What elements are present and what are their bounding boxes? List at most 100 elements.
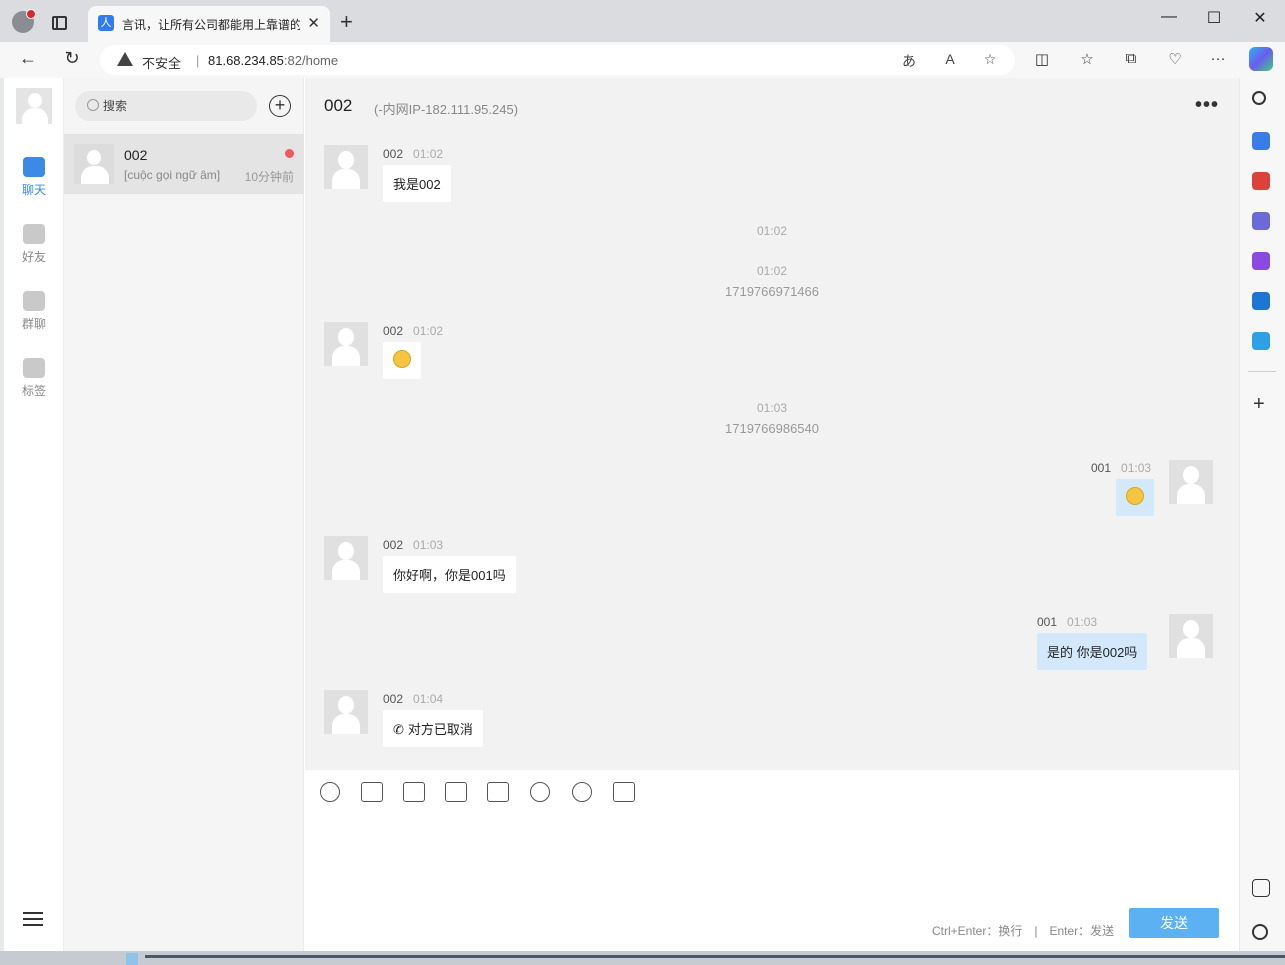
message-bubble[interactable]: ✆ 对方已取消 [383, 710, 483, 747]
title-bar: 人 言讯，让所有公司都能用上靠谱的 ✕ + — ☐ ✕ [0, 0, 1285, 42]
send-button[interactable]: 发送 [1129, 908, 1219, 938]
message-time: 01:02 [413, 324, 444, 338]
search-input[interactable] [103, 91, 253, 121]
close-tab-icon[interactable]: ✕ [307, 14, 320, 32]
avatar[interactable] [1169, 614, 1213, 658]
address-bar[interactable]: 不安全 | 81.68.234.85:82/home あ A ☆ [100, 45, 1015, 75]
nav-group-chat-label: 群聊 [21, 317, 46, 331]
chat-subtitle: (-内网IP-182.111.95.245) [374, 102, 519, 117]
image-icon[interactable] [361, 782, 383, 802]
message-time: 01:03 [1067, 615, 1098, 629]
close-window-button[interactable]: ✕ [1245, 8, 1275, 28]
games-icon[interactable] [1252, 212, 1270, 230]
settings-gear-icon[interactable] [1252, 924, 1268, 940]
message-meta: 001 01:03 [1091, 461, 1151, 475]
message-bubble[interactable] [383, 342, 421, 379]
avatar[interactable] [324, 690, 368, 734]
toolbox-icon[interactable] [1252, 172, 1270, 190]
browser-essentials-icon[interactable]: ♡ [1163, 50, 1187, 68]
group-members-icon[interactable] [530, 782, 550, 802]
favorite-star-icon[interactable]: ☆ [978, 51, 1002, 68]
message-time: 01:03 [1121, 461, 1152, 475]
chat-icon [23, 157, 45, 177]
call-status-text: 对方已取消 [407, 722, 473, 737]
copilot-app-icon[interactable] [1252, 252, 1270, 270]
voice-call-icon[interactable] [572, 782, 592, 802]
split-screen-icon[interactable]: ◫ [1030, 50, 1054, 68]
message-bubble[interactable] [1116, 479, 1154, 516]
favorites-icon[interactable]: ☆ [1075, 50, 1099, 68]
nav-chat[interactable]: 聊天 [4, 157, 64, 198]
collections-icon[interactable]: ⧉ [1119, 50, 1143, 67]
taskbar-line [145, 955, 1285, 958]
avatar[interactable] [324, 322, 368, 366]
search-box[interactable] [75, 91, 257, 121]
group-chat-icon [23, 291, 45, 311]
message-meta: 002 01:02 [383, 324, 443, 338]
new-tab-button[interactable]: + [340, 9, 353, 35]
system-message: 1719766971466 [725, 284, 819, 299]
message-meta: 001 01:03 [1037, 615, 1097, 629]
translate-icon[interactable]: あ [897, 51, 921, 71]
avatar[interactable] [1169, 460, 1213, 504]
shopping-tag-icon[interactable] [1252, 132, 1270, 150]
avatar[interactable] [324, 536, 368, 580]
refresh-icon[interactable]: ↻ [60, 48, 84, 69]
conversation-list: + 002 [cuộc gọi ngữ âm] 10分钟前 [64, 78, 304, 951]
copilot-icon[interactable] [1249, 47, 1273, 71]
nav-chat-label: 聊天 [21, 183, 46, 197]
minimize-button[interactable]: — [1154, 8, 1184, 26]
url-separator: | [196, 53, 200, 68]
my-avatar[interactable] [16, 88, 52, 124]
nav-friends[interactable]: 好友 [4, 224, 64, 265]
taskbar-strip [0, 951, 1285, 965]
browser-tab[interactable]: 人 言讯，让所有公司都能用上靠谱的 ✕ [88, 6, 330, 42]
chat-title: 002 [324, 96, 353, 115]
tags-icon [23, 358, 45, 378]
conversation-time: 10分钟前 [244, 170, 294, 184]
video-call-icon[interactable] [613, 782, 635, 802]
more-options-icon[interactable]: ••• [1195, 94, 1219, 117]
add-button[interactable]: + [269, 95, 291, 117]
file-icon[interactable] [403, 782, 425, 802]
sender-name: 001 [1091, 461, 1112, 475]
url-path: :82/home [283, 53, 339, 68]
send-app-icon[interactable] [1252, 332, 1270, 350]
chat-header: 002 (-内网IP-182.111.95.245) ••• [305, 78, 1239, 134]
sender-name: 002 [383, 324, 404, 338]
left-nav: 聊天 好友 群聊 标签 [4, 78, 64, 951]
menu-icon[interactable] [23, 912, 43, 926]
url-text[interactable]: 81.68.234.85:82/home [208, 53, 338, 68]
phone-icon: ✆ [393, 722, 404, 737]
search-icon[interactable] [1252, 91, 1266, 105]
video-file-icon[interactable] [445, 782, 467, 802]
message-bubble[interactable]: 你好啊，你是001吗 [383, 556, 516, 593]
browser-window: 人 言讯，让所有公司都能用上靠谱的 ✕ + — ☐ ✕ ← ↻ 不安全 | 81… [0, 0, 1285, 965]
emoji-icon[interactable] [320, 782, 340, 802]
message-bubble[interactable]: 是的 你是002吗 [1037, 633, 1148, 670]
nav-tags[interactable]: 标签 [4, 358, 64, 399]
address-row: ← ↻ 不安全 | 81.68.234.85:82/home あ A ☆ ◫ ☆… [0, 42, 1285, 78]
more-tools-icon[interactable]: ··· [1206, 50, 1230, 67]
nav-group-chat[interactable]: 群聊 [4, 291, 64, 332]
maximize-button[interactable]: ☐ [1199, 8, 1229, 28]
message-meta: 002 01:04 [383, 692, 443, 706]
message-bubble[interactable]: 我是002 [383, 165, 451, 202]
avatar [74, 144, 114, 184]
friends-icon [23, 224, 45, 244]
avatar[interactable] [324, 145, 368, 189]
contact-card-icon[interactable] [487, 782, 509, 802]
conversation-item[interactable]: 002 [cuộc gọi ngữ âm] 10分钟前 [64, 134, 304, 194]
conversation-name: 002 [124, 147, 148, 163]
profile-icon[interactable] [12, 9, 36, 33]
add-app-icon[interactable]: + [1253, 393, 1265, 416]
security-label[interactable]: 不安全 [142, 53, 181, 72]
message-meta: 002 01:02 [383, 147, 443, 161]
back-icon[interactable]: ← [16, 48, 40, 69]
read-aloud-icon[interactable]: A [938, 51, 962, 67]
hide-sidebar-icon[interactable] [1252, 879, 1270, 897]
system-message: 1719766986540 [725, 421, 819, 436]
outlook-icon[interactable] [1252, 292, 1270, 310]
sender-name: 002 [383, 538, 404, 552]
tab-actions-icon[interactable] [52, 16, 67, 30]
